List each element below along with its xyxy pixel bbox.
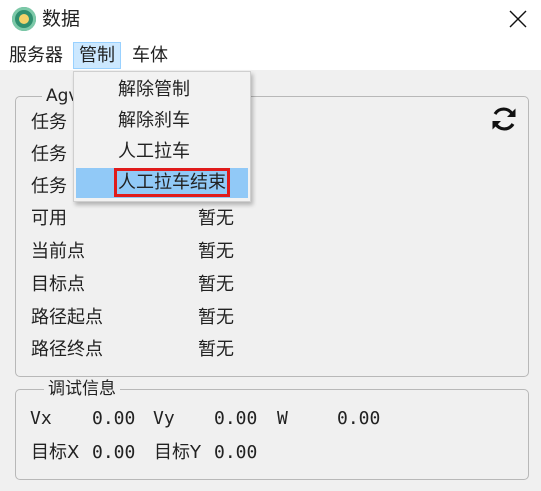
target-y-label: 目标Y — [154, 442, 201, 463]
control-dropdown-menu: 解除管制 解除刹车 人工拉车 人工拉车结束 — [73, 71, 251, 202]
close-icon — [509, 10, 527, 28]
data-window: 数据 服务器 管制 车体 Agv 任务 任务 任务 可用 暂无 当前点 暂无 目… — [0, 0, 541, 491]
w-label: W — [277, 408, 288, 429]
menu-vehicle[interactable]: 车体 — [127, 42, 173, 69]
window-title: 数据 — [42, 8, 81, 30]
w-value: 0.00 — [337, 408, 381, 429]
debug-group: 调试信息 Vx 0.00 Vy 0.00 W 0.00 目标X 0.00 目标Y… — [15, 378, 529, 480]
row-label-target-point: 目标点 — [31, 274, 85, 295]
menu-item-release-brake-label: 解除刹车 — [118, 110, 190, 131]
menu-item-manual-pull-label: 人工拉车 — [118, 141, 190, 162]
row-label-task-2: 任务 — [31, 144, 67, 165]
vx-label: Vx — [30, 408, 52, 429]
menu-item-manual-pull-end[interactable]: 人工拉车结束 — [76, 168, 248, 198]
menu-item-manual-pull-end-label: 人工拉车结束 — [114, 168, 230, 197]
close-button[interactable] — [495, 0, 541, 38]
row-value-available: 暂无 — [198, 208, 234, 229]
menu-control[interactable]: 管制 — [73, 42, 121, 69]
row-label-path-start: 路径起点 — [31, 307, 103, 328]
refresh-icon[interactable] — [490, 105, 518, 133]
menu-item-release-control-label: 解除管制 — [118, 79, 190, 100]
row-label-current-point: 当前点 — [31, 241, 85, 262]
target-x-label: 目标X — [31, 442, 80, 463]
vy-value: 0.00 — [214, 408, 258, 429]
row-label-task-1: 任务 — [31, 112, 67, 133]
menu-item-release-brake[interactable]: 解除刹车 — [76, 106, 248, 136]
menu-item-manual-pull[interactable]: 人工拉车 — [76, 137, 248, 167]
debug-group-title: 调试信息 — [44, 378, 120, 400]
row-value-target-point: 暂无 — [198, 274, 234, 295]
title-bar: 数据 — [0, 0, 541, 40]
row-value-path-end: 暂无 — [198, 339, 234, 360]
row-label-path-end: 路径终点 — [31, 339, 103, 360]
menu-item-release-control[interactable]: 解除管制 — [76, 75, 248, 105]
row-label-task-3: 任务 — [31, 176, 67, 197]
app-icon — [12, 7, 36, 31]
vy-label: Vy — [153, 408, 175, 429]
row-value-path-start: 暂无 — [198, 307, 234, 328]
target-y-value: 0.00 — [214, 442, 258, 463]
target-x-value: 0.00 — [92, 442, 136, 463]
menu-bar: 服务器 管制 车体 — [0, 40, 541, 70]
menu-server[interactable]: 服务器 — [4, 42, 68, 69]
vx-value: 0.00 — [92, 408, 136, 429]
row-value-current-point: 暂无 — [198, 241, 234, 262]
row-label-available: 可用 — [31, 208, 67, 229]
